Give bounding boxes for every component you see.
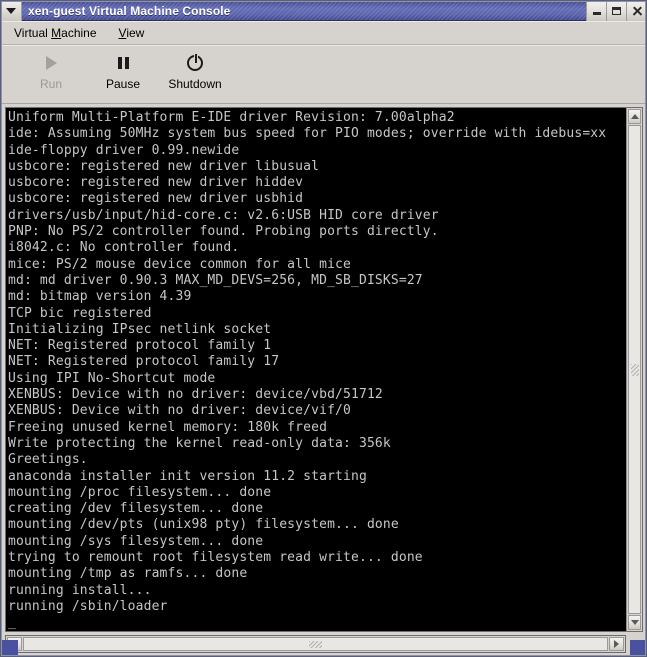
console-line: mounting /tmp as ramfs... done xyxy=(8,566,248,582)
chevron-down-icon xyxy=(6,8,16,14)
console-row: Uniform Multi-Platform E-IDE driver Revi… xyxy=(5,107,643,632)
menu-virtual-machine-post: achine xyxy=(61,25,97,40)
shutdown-button[interactable]: Shutdown xyxy=(159,49,231,91)
horizontal-scrollbar-row xyxy=(5,635,643,653)
pause-icon xyxy=(117,57,129,69)
vertical-scroll-thumb[interactable] xyxy=(628,125,641,614)
pause-icon-wrap xyxy=(117,52,129,74)
scroll-right-button[interactable] xyxy=(609,637,624,651)
vertical-scrollbar[interactable] xyxy=(626,107,643,632)
scroll-up-arrow-icon xyxy=(630,114,639,119)
console-line: ide: Assuming 50MHz system bus speed for… xyxy=(8,126,607,142)
maximize-button[interactable] xyxy=(606,1,626,21)
console-line: usbcore: registered new driver libusual xyxy=(8,158,320,174)
console-line: Initializing IPsec netlink socket xyxy=(8,321,272,337)
close-icon xyxy=(632,6,642,16)
console-line: usbcore: registered new driver hiddev xyxy=(8,175,304,191)
menubar: Virtual Machine View xyxy=(1,21,646,45)
menu-virtual-machine-mnemonic: M xyxy=(51,25,62,40)
pause-button[interactable]: Pause xyxy=(87,49,159,91)
horizontal-scroll-thumb[interactable] xyxy=(23,637,608,651)
titlebar-gradient[interactable]: xen-guest Virtual Machine Console xyxy=(22,1,586,21)
console-line: mounting /dev/pts (unix98 pty) filesyste… xyxy=(8,517,399,533)
shutdown-icon-wrap xyxy=(187,52,203,74)
console-line: mice: PS/2 mouse device common for all m… xyxy=(8,256,351,272)
console-cursor: _ xyxy=(8,615,16,631)
resize-grip[interactable] xyxy=(630,640,645,655)
play-icon xyxy=(45,56,57,70)
window-menu-button[interactable] xyxy=(1,1,22,21)
console-line: XENBUS: Device with no driver: device/vi… xyxy=(8,403,351,419)
console-line: anaconda installer init version 11.2 sta… xyxy=(8,468,367,484)
power-icon xyxy=(187,54,203,71)
minimize-icon xyxy=(592,11,601,15)
console-area: Uniform Multi-Platform E-IDE driver Revi… xyxy=(1,104,646,656)
console-line: Uniform Multi-Platform E-IDE driver Revi… xyxy=(8,110,455,125)
scroll-grip-horizontal-icon xyxy=(309,640,322,648)
console-line: drivers/usb/input/hid-core.c: v2.6:USB H… xyxy=(8,207,439,223)
console-line: XENBUS: Device with no driver: device/vb… xyxy=(8,387,383,403)
console-line: creating /dev filesystem... done xyxy=(8,501,264,517)
console-line: running /sbin/loader xyxy=(8,598,168,614)
console-line: Greetings. xyxy=(8,452,88,468)
scroll-down-button[interactable] xyxy=(628,615,641,630)
console-line: md: md driver 0.90.3 MAX_MD_DEVS=256, MD… xyxy=(8,272,423,288)
console-frame[interactable]: Uniform Multi-Platform E-IDE driver Revi… xyxy=(5,107,626,632)
menu-view[interactable]: View xyxy=(115,24,155,42)
window-controls xyxy=(586,1,646,21)
window-title: xen-guest Virtual Machine Console xyxy=(28,4,231,18)
console-line: Write protecting the kernel read-only da… xyxy=(8,435,391,451)
run-button-label: Run xyxy=(39,77,62,91)
console-output[interactable]: Uniform Multi-Platform E-IDE driver Revi… xyxy=(6,108,626,631)
console-line: mounting /sys filesystem... done xyxy=(8,533,264,549)
menu-virtual-machine-pre: Virtual xyxy=(14,25,52,40)
menu-view-post: iew xyxy=(126,25,145,40)
scroll-up-button[interactable] xyxy=(628,109,641,124)
maximize-icon xyxy=(612,7,621,15)
console-line: ide-floppy driver 0.99.newide xyxy=(8,142,240,158)
minimize-button[interactable] xyxy=(586,1,606,21)
vm-console-window: xen-guest Virtual Machine Console Virtua… xyxy=(0,0,647,657)
console-line: mounting /proc filesystem... done xyxy=(8,484,272,500)
console-line: PNP: No PS/2 controller found. Probing p… xyxy=(8,224,439,240)
shutdown-button-label: Shutdown xyxy=(168,77,222,91)
console-line: trying to remount root filesystem read w… xyxy=(8,550,423,566)
run-button[interactable]: Run xyxy=(15,49,87,91)
console-line: running install... xyxy=(8,582,152,598)
window-bottom-accent xyxy=(2,640,18,655)
console-line: md: bitmap version 4.39 xyxy=(8,289,192,305)
scroll-grip-icon xyxy=(630,363,639,376)
console-line: Freeing unused kernel memory: 180k freed xyxy=(8,419,328,435)
toolbar: Run Pause Shutdown xyxy=(1,45,646,104)
close-button[interactable] xyxy=(626,1,646,21)
pause-button-label: Pause xyxy=(105,77,141,91)
console-line: i8042.c: No controller found. xyxy=(8,240,240,256)
scroll-right-arrow-icon xyxy=(614,640,619,648)
console-line: usbcore: registered new driver usbhid xyxy=(8,191,304,207)
console-line: TCP bic registered xyxy=(8,305,152,321)
scroll-down-arrow-icon xyxy=(630,620,639,625)
horizontal-scrollbar[interactable] xyxy=(5,635,626,653)
run-icon-wrap xyxy=(45,52,57,74)
menu-virtual-machine[interactable]: Virtual Machine xyxy=(10,24,107,42)
console-line: NET: Registered protocol family 1 xyxy=(8,338,272,354)
console-line: NET: Registered protocol family 17 xyxy=(8,354,280,370)
console-line: Using IPI No-Shortcut mode xyxy=(8,370,216,386)
titlebar: xen-guest Virtual Machine Console xyxy=(1,1,646,21)
